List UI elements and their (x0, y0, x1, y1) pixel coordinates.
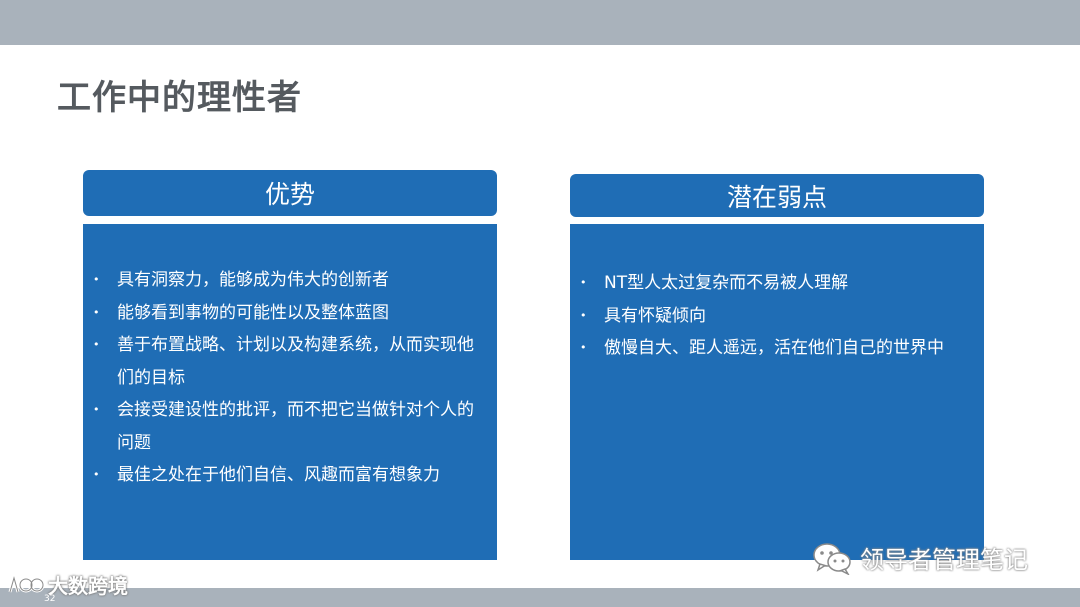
bullet-icon: • (93, 305, 100, 319)
top-bar (0, 0, 1080, 45)
brand-logo-icon (8, 573, 44, 592)
bullet-icon: • (93, 273, 100, 286)
strength-item: • 善于布置战略、计划以及构建系统，从而实现他们的目标 (87, 329, 477, 394)
bullet-icon: • (93, 468, 100, 481)
footer-logo-text: 大数跨境 (48, 574, 128, 598)
bottom-bar (0, 588, 1080, 607)
strength-item: • 最佳之处在于他们自信、风趣而富有想象力 (87, 459, 477, 492)
strengths-panel: • 具有洞察力，能够成为伟大的创新者 • 能够看到事物的可能性以及整体蓝图 • 善于布… (83, 224, 497, 560)
weaknesses-list: • NT型人太过复杂而不易被人理解 • 具有怀疑倾向 • 傲慢自大、距人遥远，活在他们… (574, 267, 964, 365)
weaknesses-panel: • NT型人太过复杂而不易被人理解 • 具有怀疑倾向 • 傲慢自大、距人遥远，活在他们… (570, 224, 984, 560)
slide-title: 工作中的理性者 (57, 78, 302, 118)
weaknesses-header-label: 潜在弱点 (726, 182, 827, 212)
bullet-icon: • (93, 403, 100, 416)
strengths-header-label: 优势 (264, 180, 315, 209)
bullet-icon: • (580, 341, 587, 354)
strength-item: • 能够看到事物的可能性以及整体蓝图 (87, 297, 477, 330)
weakness-item: • 具有怀疑倾向 (574, 300, 964, 333)
watermark-text: 领导者管理笔记 (860, 546, 1028, 574)
weakness-item: • 傲慢自大、距人遥远，活在他们自己的世界中 (574, 332, 964, 365)
footer-logo: 大数跨境 (6, 570, 128, 599)
strength-item: • 具有洞察力，能够成为伟大的创新者 (87, 264, 477, 297)
page-number: 32 (44, 594, 56, 604)
strengths-header: 优势 (83, 170, 497, 216)
wechat-icon (813, 542, 851, 575)
weakness-item: • NT型人太过复杂而不易被人理解 (574, 267, 964, 300)
weaknesses-header: 潜在弱点 (570, 174, 984, 217)
strength-item: • 会接受建设性的批评，而不把它当做针对个人的问题 (87, 394, 477, 459)
bullet-icon: • (580, 276, 587, 289)
bullet-icon: • (93, 338, 100, 351)
bullet-icon: • (580, 308, 587, 322)
strengths-list: • 具有洞察力，能够成为伟大的创新者 • 能够看到事物的可能性以及整体蓝图 • 善于布… (87, 264, 477, 492)
watermark: 领导者管理笔记 (812, 540, 1028, 575)
